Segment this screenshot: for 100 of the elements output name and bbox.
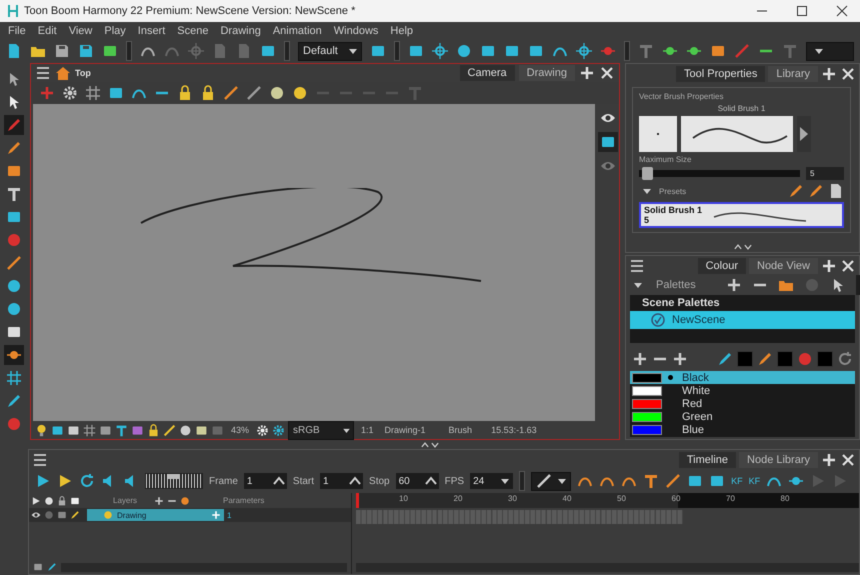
add-colour-icon[interactable] (672, 351, 688, 367)
size-field[interactable]: 5 (806, 167, 844, 180)
menu-item[interactable]: Edit (38, 24, 57, 36)
panel-tab[interactable]: Library (768, 66, 818, 82)
crosshair-icon[interactable] (432, 43, 448, 59)
number-field[interactable]: 1 (320, 473, 364, 489)
text-tool-icon[interactable] (6, 186, 22, 202)
dot-icon[interactable] (804, 277, 820, 293)
add-keyframe-button[interactable]: KF (731, 476, 743, 486)
brush-icon[interactable] (717, 351, 733, 367)
line-icon[interactable] (246, 85, 262, 101)
square-icon[interactable] (99, 424, 112, 436)
oval-icon[interactable] (292, 85, 308, 101)
colour-item[interactable]: Green (630, 410, 855, 423)
down-icon[interactable] (742, 242, 752, 252)
line-icon[interactable] (6, 255, 22, 271)
menu-item[interactable]: Help (390, 24, 414, 36)
toolbar-handle[interactable] (126, 41, 132, 61)
colour-item[interactable]: Blue (630, 423, 855, 436)
dropdown[interactable] (806, 42, 854, 60)
toolbar-handle[interactable] (519, 471, 526, 491)
up-icon[interactable] (732, 242, 742, 252)
rectangle-icon[interactable] (6, 209, 22, 225)
menu-item[interactable]: Scene (177, 24, 208, 36)
circle-icon[interactable] (6, 301, 22, 317)
colour-item[interactable]: Black (630, 371, 855, 384)
square-icon[interactable] (33, 562, 43, 572)
dot-icon[interactable] (44, 510, 54, 520)
loop-icon[interactable] (79, 473, 95, 489)
panel-icon[interactable] (408, 43, 424, 59)
number-field[interactable]: 60 (396, 473, 439, 489)
interpolation-dropdown[interactable] (531, 472, 572, 490)
menu-item[interactable]: Drawing (220, 24, 261, 36)
remove-keyframe-button[interactable]: KF (748, 476, 760, 486)
number-field[interactable]: 24 (470, 473, 514, 489)
panel-tab[interactable]: Timeline (678, 452, 736, 468)
gear-icon[interactable] (272, 424, 286, 436)
up-icon[interactable] (420, 440, 430, 450)
line-icon[interactable] (665, 473, 682, 489)
toolbar-handle[interactable] (284, 41, 290, 61)
preset-item[interactable]: Solid Brush 1 5 (639, 202, 844, 228)
menu-item[interactable]: Animation (272, 24, 322, 36)
grid-icon[interactable] (6, 370, 22, 386)
toolbar-handle[interactable] (394, 41, 400, 61)
maximize-icon[interactable] (796, 5, 808, 17)
settings-icon[interactable] (62, 85, 78, 101)
square-icon[interactable] (108, 85, 124, 101)
close-icon[interactable] (836, 5, 848, 17)
lock-icon[interactable] (147, 424, 160, 436)
add-icon[interactable] (821, 66, 837, 82)
menu-item[interactable]: File (8, 24, 26, 36)
menu-item[interactable]: Insert (138, 24, 166, 36)
panel-tab[interactable]: Colour (698, 258, 746, 274)
frame-ruler[interactable]: 10 20 30 40 50 60 70 80 (356, 493, 859, 508)
view-tab[interactable]: Camera (460, 65, 515, 81)
panel-tab[interactable]: Node Library (739, 452, 818, 468)
save-as-icon[interactable] (78, 43, 94, 59)
colour-item[interactable]: Red (630, 397, 855, 410)
add-icon[interactable] (579, 65, 595, 81)
colour-swatch[interactable] (777, 351, 793, 367)
square-icon[interactable] (504, 43, 520, 59)
grid-icon[interactable] (85, 85, 101, 101)
dot-icon[interactable] (269, 85, 285, 101)
square-icon[interactable] (710, 43, 726, 59)
play-icon[interactable] (35, 473, 51, 489)
play-icon[interactable] (31, 496, 41, 506)
document-icon[interactable] (6, 43, 22, 59)
pen-icon[interactable] (6, 393, 22, 409)
toolbar-handle[interactable] (624, 41, 630, 61)
square-icon[interactable] (57, 510, 67, 520)
add-icon[interactable] (821, 452, 837, 468)
add-icon[interactable] (154, 496, 164, 506)
brush-icon[interactable] (47, 562, 57, 572)
pencil-icon[interactable] (6, 140, 22, 156)
square-icon[interactable] (70, 496, 80, 506)
save-icon[interactable] (54, 43, 70, 59)
layer-item[interactable]: Drawing (87, 509, 224, 521)
menu-item[interactable]: Play (104, 24, 126, 36)
pencil-icon[interactable] (757, 351, 773, 367)
menu-item[interactable]: Windows (334, 24, 378, 36)
lock-icon[interactable] (177, 85, 193, 101)
rectangle-icon[interactable] (67, 424, 80, 436)
play-selection-icon[interactable] (57, 473, 73, 489)
panel-tab[interactable]: Node View (749, 258, 818, 274)
menu-item[interactable]: View (68, 24, 92, 36)
palette-item[interactable]: NewScene (630, 311, 855, 329)
view-tab[interactable]: Drawing (518, 65, 575, 81)
square-icon[interactable] (709, 473, 726, 489)
frame-cells[interactable] (356, 510, 683, 524)
dot-icon[interactable] (44, 496, 54, 506)
zoom-level[interactable]: 43% (231, 425, 250, 435)
square-icon[interactable] (480, 43, 496, 59)
square-icon[interactable] (687, 473, 704, 489)
scrollbar[interactable] (356, 562, 859, 572)
size-slider[interactable] (639, 170, 800, 177)
colour-space-dropdown[interactable]: sRGB (288, 420, 354, 440)
add-icon[interactable] (632, 351, 648, 367)
dot-icon[interactable] (6, 278, 22, 294)
square-icon[interactable] (195, 424, 208, 436)
bulb-icon[interactable] (35, 424, 48, 436)
